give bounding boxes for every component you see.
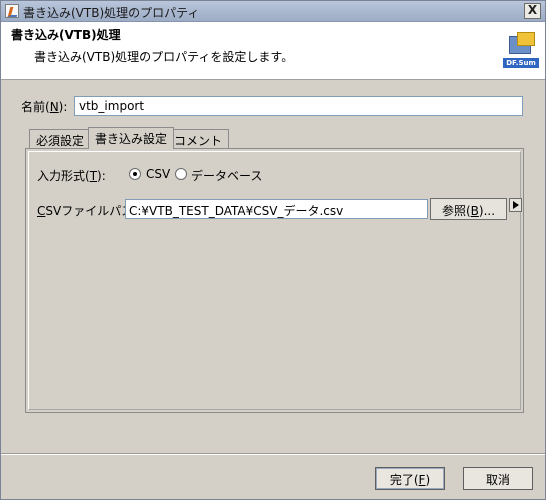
header-title: 書き込み(VTB)処理 [11, 28, 121, 42]
csv-path-label: CSVファイルパス: [37, 204, 138, 218]
expand-arrow-icon[interactable] [509, 198, 522, 212]
format-csv-radio[interactable] [129, 168, 141, 180]
tab-comment[interactable]: コメント [167, 129, 230, 148]
csv-path-input[interactable]: C:¥VTB_TEST_DATA¥CSV_データ.csv [125, 199, 428, 219]
close-button[interactable]: X [524, 3, 541, 19]
dfsum-logo-icon: DF.Sum [503, 32, 539, 70]
header-description: 書き込み(VTB)処理のプロパティを設定します。 [34, 50, 294, 64]
tab-write-settings[interactable]: 書き込み設定 [88, 127, 175, 149]
properties-dialog: 書き込み(VTB)処理のプロパティ X 書き込み(VTB)処理 書き込み(VTB… [0, 0, 546, 500]
format-database-label[interactable]: データベース [191, 167, 262, 184]
java-app-icon [5, 4, 19, 18]
cancel-button[interactable]: 取消 [463, 467, 533, 490]
tab-required-settings[interactable]: 必須設定 [29, 129, 92, 148]
finish-button[interactable]: 完了(F) [375, 467, 445, 490]
write-settings-panel [25, 148, 524, 413]
logo-label: DF.Sum [503, 58, 539, 68]
window-title: 書き込み(VTB)処理のプロパティ [23, 6, 200, 20]
browse-button[interactable]: 参照(B)... [430, 198, 507, 220]
format-csv-label[interactable]: CSV [146, 167, 170, 181]
name-input[interactable]: vtb_import [74, 96, 523, 116]
header-panel: 書き込み(VTB)処理 書き込み(VTB)処理のプロパティを設定します。 DF.… [1, 22, 545, 80]
format-database-radio[interactable] [175, 168, 187, 180]
input-format-label: 入力形式(T): [37, 169, 106, 183]
title-bar[interactable]: 書き込み(VTB)処理のプロパティ X [1, 1, 545, 22]
logo-block-yellow [517, 32, 535, 46]
name-label: 名前(N): [21, 100, 68, 114]
footer-separator [1, 453, 545, 455]
